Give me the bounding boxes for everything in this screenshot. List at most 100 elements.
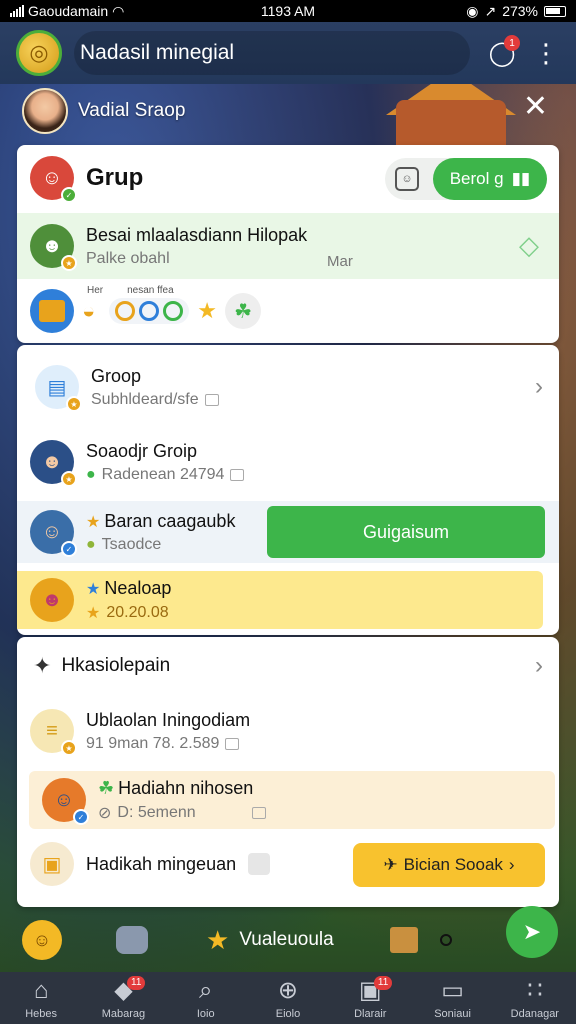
globe-icon: ● <box>86 465 96 483</box>
group-card: ☺ ✓ Grup ☺ Berol g ▮▮ ☻ ★ Besai mlaalasd… <box>17 145 559 343</box>
highlight-row[interactable]: ☻ ★ Besai mlaalasdiann Hilopak Palke oba… <box>17 213 559 279</box>
tab-label: Ioio <box>196 1008 215 1020</box>
gift-icon: ✈ <box>383 855 398 874</box>
home-icon: ⌂ <box>33 977 49 1004</box>
small-box-icon <box>251 806 266 819</box>
tab-social[interactable]: ▭ Soniaui <box>417 978 489 1021</box>
user-avatar: ☺ ✓ <box>30 510 77 557</box>
tab-search[interactable]: ⌕ Ioio <box>170 977 242 1021</box>
diamond-icon[interactable]: ◇ <box>515 231 543 259</box>
robot-icon[interactable] <box>116 926 148 954</box>
list-item[interactable]: ☻ ★ Soaodjr Groip ● Radenean 24794 <box>17 427 559 497</box>
join-button-label: Berol g <box>449 169 504 188</box>
tab-explore[interactable]: ⊕ Eiolo <box>252 977 324 1021</box>
join-group-button[interactable]: Guigaisum <box>267 506 545 558</box>
send-button[interactable]: ➤ <box>506 906 558 958</box>
list-item[interactable]: ▤ ★ Groop Subhldeard/sfe › <box>17 355 559 419</box>
highlight-text: Besai mlaalasdiann Hilopak Palke obahl <box>86 225 307 268</box>
plant-icon[interactable]: ☘ <box>225 293 262 329</box>
subtitle-text: Tsaodce <box>101 535 162 553</box>
tab-messages[interactable]: ◆ 11 Mabarag <box>87 976 159 1020</box>
blue-badge-icon: ✓ <box>73 809 89 825</box>
tab-home[interactable]: ⌂ Hebes <box>5 977 77 1021</box>
chevron-right-icon[interactable]: › <box>535 373 543 401</box>
camera-glyph-icon: ▣ <box>42 853 62 876</box>
list-item-subtitle: ● Radenean 24794 <box>86 465 245 484</box>
carrier-name: Gaoudamain <box>28 3 109 19</box>
pin-icon: ✦ <box>33 653 52 678</box>
tab-label: Dlarair <box>354 1008 387 1020</box>
face-icon: ☺ <box>41 520 63 543</box>
coin-avatar-icon[interactable]: ◎ <box>16 30 62 76</box>
list-item[interactable]: ☺ ✓ ★ Baran caagaubk ● Tsaodce Guigaisum <box>17 501 559 563</box>
close-icon[interactable]: ✕ <box>523 92 548 122</box>
battery-icon <box>544 5 566 17</box>
groups-list-card: ▤ ★ Groop Subhldeard/sfe › ☻ ★ Soaodjr G… <box>17 345 559 635</box>
title-text: Nealoap <box>104 577 172 598</box>
strip-label[interactable]: ★ Vualeuoula <box>206 925 334 956</box>
list-item[interactable]: ≡ ★ Ublaolan Iningodiam 91 9man 78. 2.58… <box>17 695 559 767</box>
smiley-square-icon[interactable]: ☺ <box>395 167 419 191</box>
chevron-right-icon[interactable]: › <box>535 652 543 680</box>
list-item-title: ★ Nealoap <box>86 578 171 599</box>
chevron-right-icon: › <box>508 855 515 874</box>
user-avatar: ☻ <box>30 578 74 622</box>
star-icon: ★ <box>206 924 230 955</box>
list-item-text: Soaodjr Groip ● Radenean 24794 <box>86 441 245 484</box>
tab-label: Mabarag <box>101 1008 146 1020</box>
face-icon: ☺ <box>41 166 63 189</box>
profile-avatar[interactable] <box>22 88 68 134</box>
battery-percent: 273% <box>502 3 538 19</box>
rewards-row: Her nesan ffea ◒ ★ ☘ <box>17 279 559 343</box>
title-text: Hadiahn nihosen <box>118 777 254 798</box>
star-icon[interactable]: ★ <box>197 298 217 324</box>
list-item[interactable]: ☺ ✓ ☘ Hadiahn nihosen ⊘ D: 5emenn <box>29 771 555 829</box>
list-item-title: Hadikah mingeuan <box>86 853 237 874</box>
crate-icon[interactable] <box>389 927 418 953</box>
highlight-avatar: ☻ ★ <box>30 224 77 271</box>
app-header: ◎ Nadasil minegial ◯ 1 ⋮ <box>0 22 576 84</box>
more-options-icon[interactable]: ⋮ <box>532 40 560 66</box>
list-item-subtitle: Subhldeard/sfe <box>91 391 219 409</box>
tab-label: Ddanagar <box>510 1008 559 1020</box>
header-title: Nadasil minegial <box>80 41 235 64</box>
reward-chips[interactable] <box>109 298 190 324</box>
tab-groups[interactable]: ▣ 11 Dlarair <box>334 976 406 1020</box>
mini-label: Her <box>87 285 104 296</box>
status-bar: Gaoudamain ◠ 1193 AM ◉ ↗ 273% <box>0 0 576 22</box>
grid-icon: ∷ <box>527 977 543 1004</box>
blue-badge-icon: ✓ <box>61 541 77 557</box>
list-item[interactable]: ▣ Hadikah mingeuan ✈ Bician Sooak › <box>17 833 559 895</box>
search-icon: ⌕ <box>198 977 213 1004</box>
star-icon: ★ <box>86 580 101 598</box>
crate-icon[interactable] <box>30 289 74 333</box>
group-avatar: ☺ ✓ <box>30 156 77 203</box>
compass-icon: ⊕ <box>277 977 299 1004</box>
small-box-icon <box>230 468 245 481</box>
gamepad-icon: ▮▮ <box>511 169 531 188</box>
green-token-icon <box>163 301 184 321</box>
header-title-pill[interactable]: Nadasil minegial <box>74 31 470 75</box>
coin-icon[interactable]: ☺ <box>22 920 62 960</box>
gold-badge-icon: ★ <box>61 471 77 487</box>
list-item[interactable]: ☻ ★ Nealoap ★ 20.20.08 <box>17 571 543 629</box>
group-card-header: ☺ ✓ Grup ☺ Berol g ▮▮ <box>17 145 559 211</box>
face-icon: ☻ <box>41 450 63 473</box>
join-button[interactable]: Berol g ▮▮ <box>433 158 547 200</box>
chat-notification-button[interactable]: ◯ 1 <box>482 33 522 73</box>
tab-more[interactable]: ∷ Ddanagar <box>499 977 571 1021</box>
subtitle-text: D: 5emenn <box>117 803 196 821</box>
list-item-subtitle: 91 9man 78. 2.589 <box>86 735 250 753</box>
list-item-title: Groop <box>91 365 142 386</box>
list-item-text: ☘ Hadiahn nihosen ⊘ D: 5emenn <box>98 778 266 823</box>
mini-label: nesan ffea <box>127 285 174 296</box>
chick-icon[interactable]: ◒ <box>82 298 95 324</box>
list-item-text: Hadikah mingeuan <box>86 854 236 875</box>
subtitle-text: 20.20.08 <box>106 603 169 621</box>
list-item-text: ★ Nealoap ★ 20.20.08 <box>86 578 171 623</box>
face-icon: ☻ <box>41 588 63 611</box>
list-item-text: Ublaolan Iningodiam 91 9man 78. 2.589 <box>86 710 250 753</box>
action-button[interactable]: ✈ Bician Sooak › <box>353 843 545 887</box>
group-title: Grup <box>86 164 144 191</box>
activity-header[interactable]: ✦ Hkasiolepain › <box>17 637 559 695</box>
